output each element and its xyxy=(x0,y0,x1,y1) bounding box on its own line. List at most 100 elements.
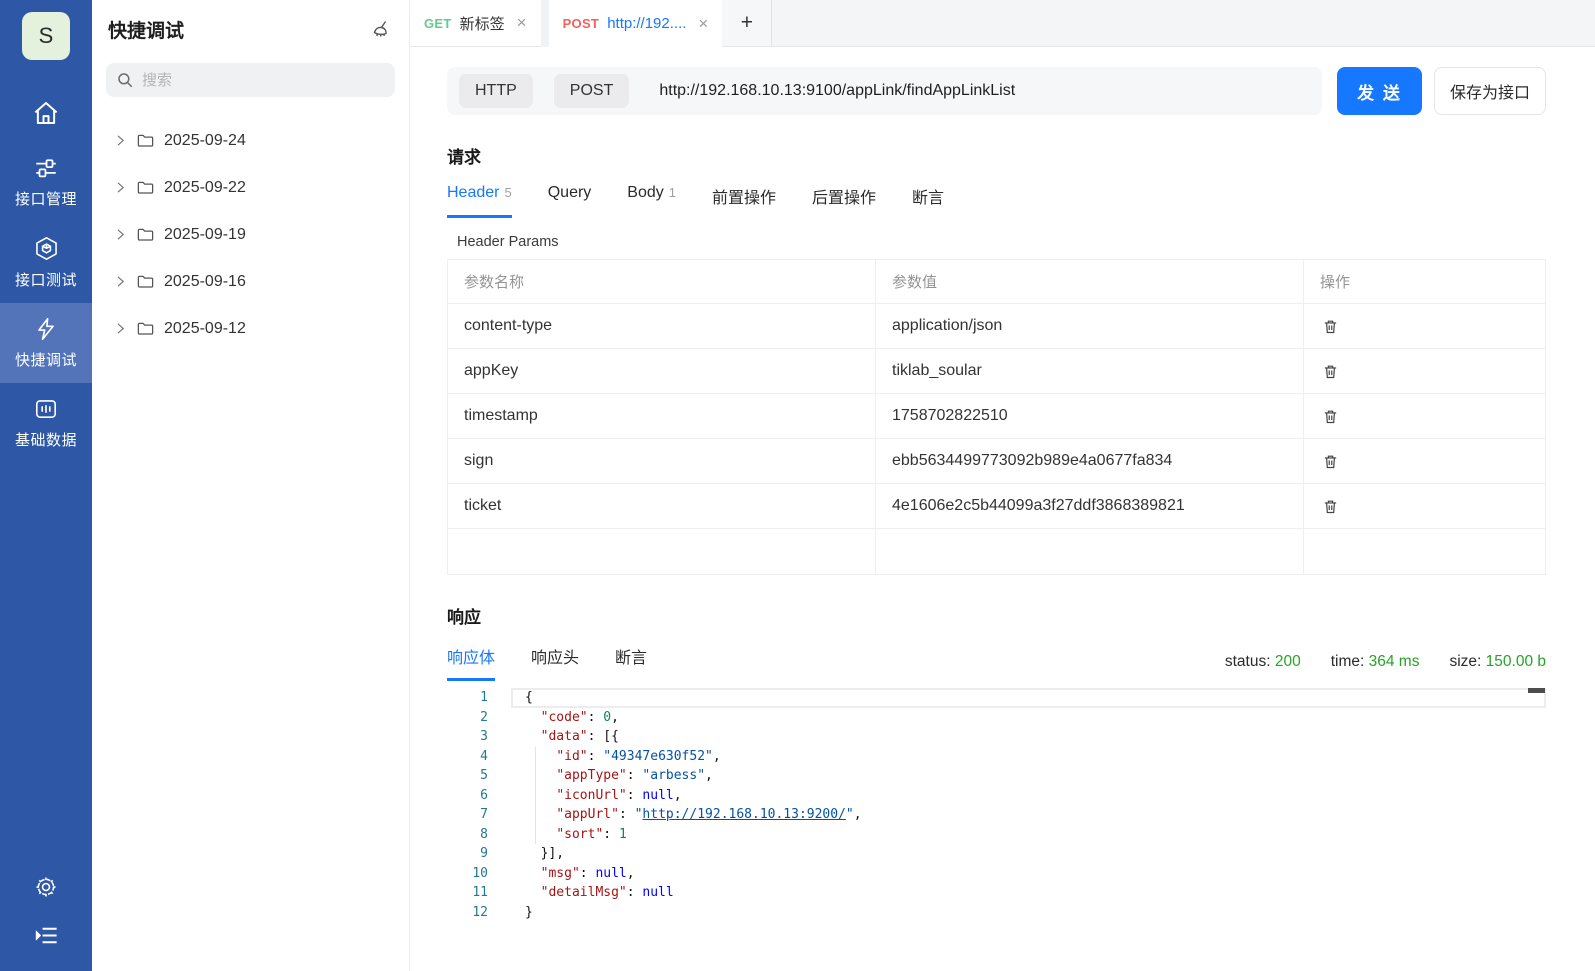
folder-label: 2025-09-24 xyxy=(164,131,246,149)
line-content: "appUrl": "http://192.168.10.13:9200/", xyxy=(556,807,862,822)
chevron-right-icon[interactable] xyxy=(114,228,127,241)
indent-guide xyxy=(535,746,536,844)
tab-title: http://192.... xyxy=(607,15,687,32)
new-tab-button[interactable]: + xyxy=(722,0,773,47)
save-as-api-button[interactable]: 保存为接口 xyxy=(1434,67,1546,115)
param-value-cell[interactable]: 1758702822510 xyxy=(876,394,1304,438)
folder-label: 2025-09-19 xyxy=(164,225,246,243)
param-name-cell[interactable]: ticket xyxy=(448,484,876,528)
code-line: 5 "appType": "arbess", xyxy=(447,766,1546,786)
delete-row-button[interactable] xyxy=(1320,361,1341,382)
size-label: size: xyxy=(1449,653,1482,670)
param-value-cell[interactable]: application/json xyxy=(876,304,1304,348)
delete-row-button[interactable] xyxy=(1320,496,1341,517)
protocol-select[interactable]: HTTP xyxy=(459,74,533,108)
folder-label: 2025-09-12 xyxy=(164,319,246,337)
chevron-right-icon[interactable] xyxy=(114,181,127,194)
tab-body[interactable]: Body 1 xyxy=(627,184,676,218)
tab-close-icon[interactable]: × xyxy=(517,13,527,33)
param-name-cell[interactable]: timestamp xyxy=(448,394,876,438)
scrollbar-handle[interactable] xyxy=(1528,688,1545,693)
sidebar-item-api-test[interactable]: 接口测试 xyxy=(0,222,92,303)
menu-unfold-icon[interactable] xyxy=(33,922,60,949)
trash-icon xyxy=(1322,498,1339,515)
code-line: 2 "code": 0, xyxy=(447,708,1546,728)
tab-pre-ops[interactable]: 前置操作 xyxy=(712,184,776,218)
param-name-cell[interactable]: sign xyxy=(448,439,876,483)
delete-row-button[interactable] xyxy=(1320,406,1341,427)
url-input[interactable]: http://192.168.10.13:9100/appLink/findAp… xyxy=(659,82,1310,100)
tab-response-body[interactable]: 响应体 xyxy=(447,644,496,681)
send-button[interactable]: 发 送 xyxy=(1337,67,1422,115)
time-label: time: xyxy=(1330,653,1365,670)
chevron-right-icon[interactable] xyxy=(114,322,127,335)
delete-row-button[interactable] xyxy=(1320,451,1341,472)
folder-row[interactable]: 2025-09-12 xyxy=(106,305,395,352)
line-number: 11 xyxy=(472,885,488,900)
status-label: status: xyxy=(1224,653,1271,670)
folder-row[interactable]: 2025-09-16 xyxy=(106,258,395,305)
tab-response-headers[interactable]: 响应头 xyxy=(531,644,579,681)
url-row: HTTP POST http://192.168.10.13:9100/appL… xyxy=(447,67,1546,115)
sidebar-item-home[interactable] xyxy=(0,88,92,142)
tab-response-assert[interactable]: 断言 xyxy=(615,644,647,681)
line-content: "sort": 1 xyxy=(556,826,627,842)
sidebar-item-label: 快捷调试 xyxy=(14,352,77,369)
chevron-right-icon[interactable] xyxy=(114,275,127,288)
search-box[interactable] xyxy=(106,63,395,97)
line-number: 1 xyxy=(480,690,488,705)
param-value-cell[interactable]: 4e1606e2c5b44099a3f27ddf3868389821 xyxy=(876,484,1304,528)
line-content: "data": [{ xyxy=(540,729,619,744)
clear-broom-icon[interactable] xyxy=(369,18,393,42)
sidebar-item-base-data[interactable]: 基础数据 xyxy=(0,383,92,463)
request-tab-get[interactable]: GET 新标签 × xyxy=(410,0,541,47)
tab-query[interactable]: Query xyxy=(548,184,592,218)
line-content: "id": "49347e630f52", xyxy=(556,748,721,764)
code-line: 10 "msg": null, xyxy=(447,864,1546,884)
url-bar: HTTP POST http://192.168.10.13:9100/appL… xyxy=(447,67,1322,115)
tab-header[interactable]: Header 5 xyxy=(447,184,512,218)
trash-icon xyxy=(1322,363,1339,380)
folder-row[interactable]: 2025-09-19 xyxy=(106,211,395,258)
chevron-right-icon[interactable] xyxy=(114,134,127,147)
request-tab-post-active[interactable]: POST http://192.... × xyxy=(548,0,723,47)
line-content: "code": 0, xyxy=(540,709,619,725)
table-row: ticket 4e1606e2c5b44099a3f27ddf386838982… xyxy=(448,484,1545,529)
response-tabs-row: 响应体 响应头 断言 status: 200 time: 364 ms size… xyxy=(447,644,1546,681)
tab-assert[interactable]: 断言 xyxy=(912,184,944,218)
folder-row[interactable]: 2025-09-22 xyxy=(106,164,395,211)
sidebar-item-label: 接口测试 xyxy=(14,272,77,289)
trash-icon xyxy=(1322,408,1339,425)
table-row: sign ebb5634499773092b989e4a0677fa834 xyxy=(448,439,1545,484)
settings-gear-icon[interactable] xyxy=(33,874,59,900)
tab-close-icon[interactable]: × xyxy=(698,14,708,34)
search-input[interactable] xyxy=(142,71,385,89)
sidebar-item-quick-debug[interactable]: 快捷调试 xyxy=(0,303,92,383)
column-header: 参数值 xyxy=(876,260,1304,303)
param-value-cell[interactable]: tiklab_soular xyxy=(876,349,1304,393)
sliders-icon xyxy=(33,155,59,181)
search-icon xyxy=(116,71,134,89)
tab-post-ops[interactable]: 后置操作 xyxy=(812,184,876,218)
response-tabs: 响应体 响应头 断言 xyxy=(447,644,647,681)
response-section-title: 响应 xyxy=(447,608,481,627)
folder-row[interactable]: 2025-09-24 xyxy=(106,117,395,164)
time-badge: time: 364 ms xyxy=(1331,653,1420,671)
param-value-cell[interactable]: ebb5634499773092b989e4a0677fa834 xyxy=(876,439,1304,483)
table-row: appKey tiklab_soular xyxy=(448,349,1545,394)
sidebar-item-api-manage[interactable]: 接口管理 xyxy=(0,142,92,222)
app-logo[interactable]: S xyxy=(22,12,70,60)
param-name-cell[interactable]: content-type xyxy=(448,304,876,348)
lightning-icon xyxy=(33,316,59,342)
home-icon xyxy=(31,98,61,128)
response-editor[interactable]: 1{2 "code": 0, 3 "data": [{4 "id": "49347… xyxy=(447,688,1546,922)
tab-label: Body xyxy=(627,184,664,201)
method-select[interactable]: POST xyxy=(553,74,630,108)
status-value: 200 xyxy=(1274,653,1301,670)
delete-row-button[interactable] xyxy=(1320,316,1341,337)
param-name-cell[interactable]: appKey xyxy=(448,349,876,393)
table-empty-row[interactable] xyxy=(448,529,1545,574)
tab-label: 后置操作 xyxy=(812,190,877,207)
tab-count: 5 xyxy=(504,185,512,200)
tab-title: 新标签 xyxy=(459,15,505,33)
